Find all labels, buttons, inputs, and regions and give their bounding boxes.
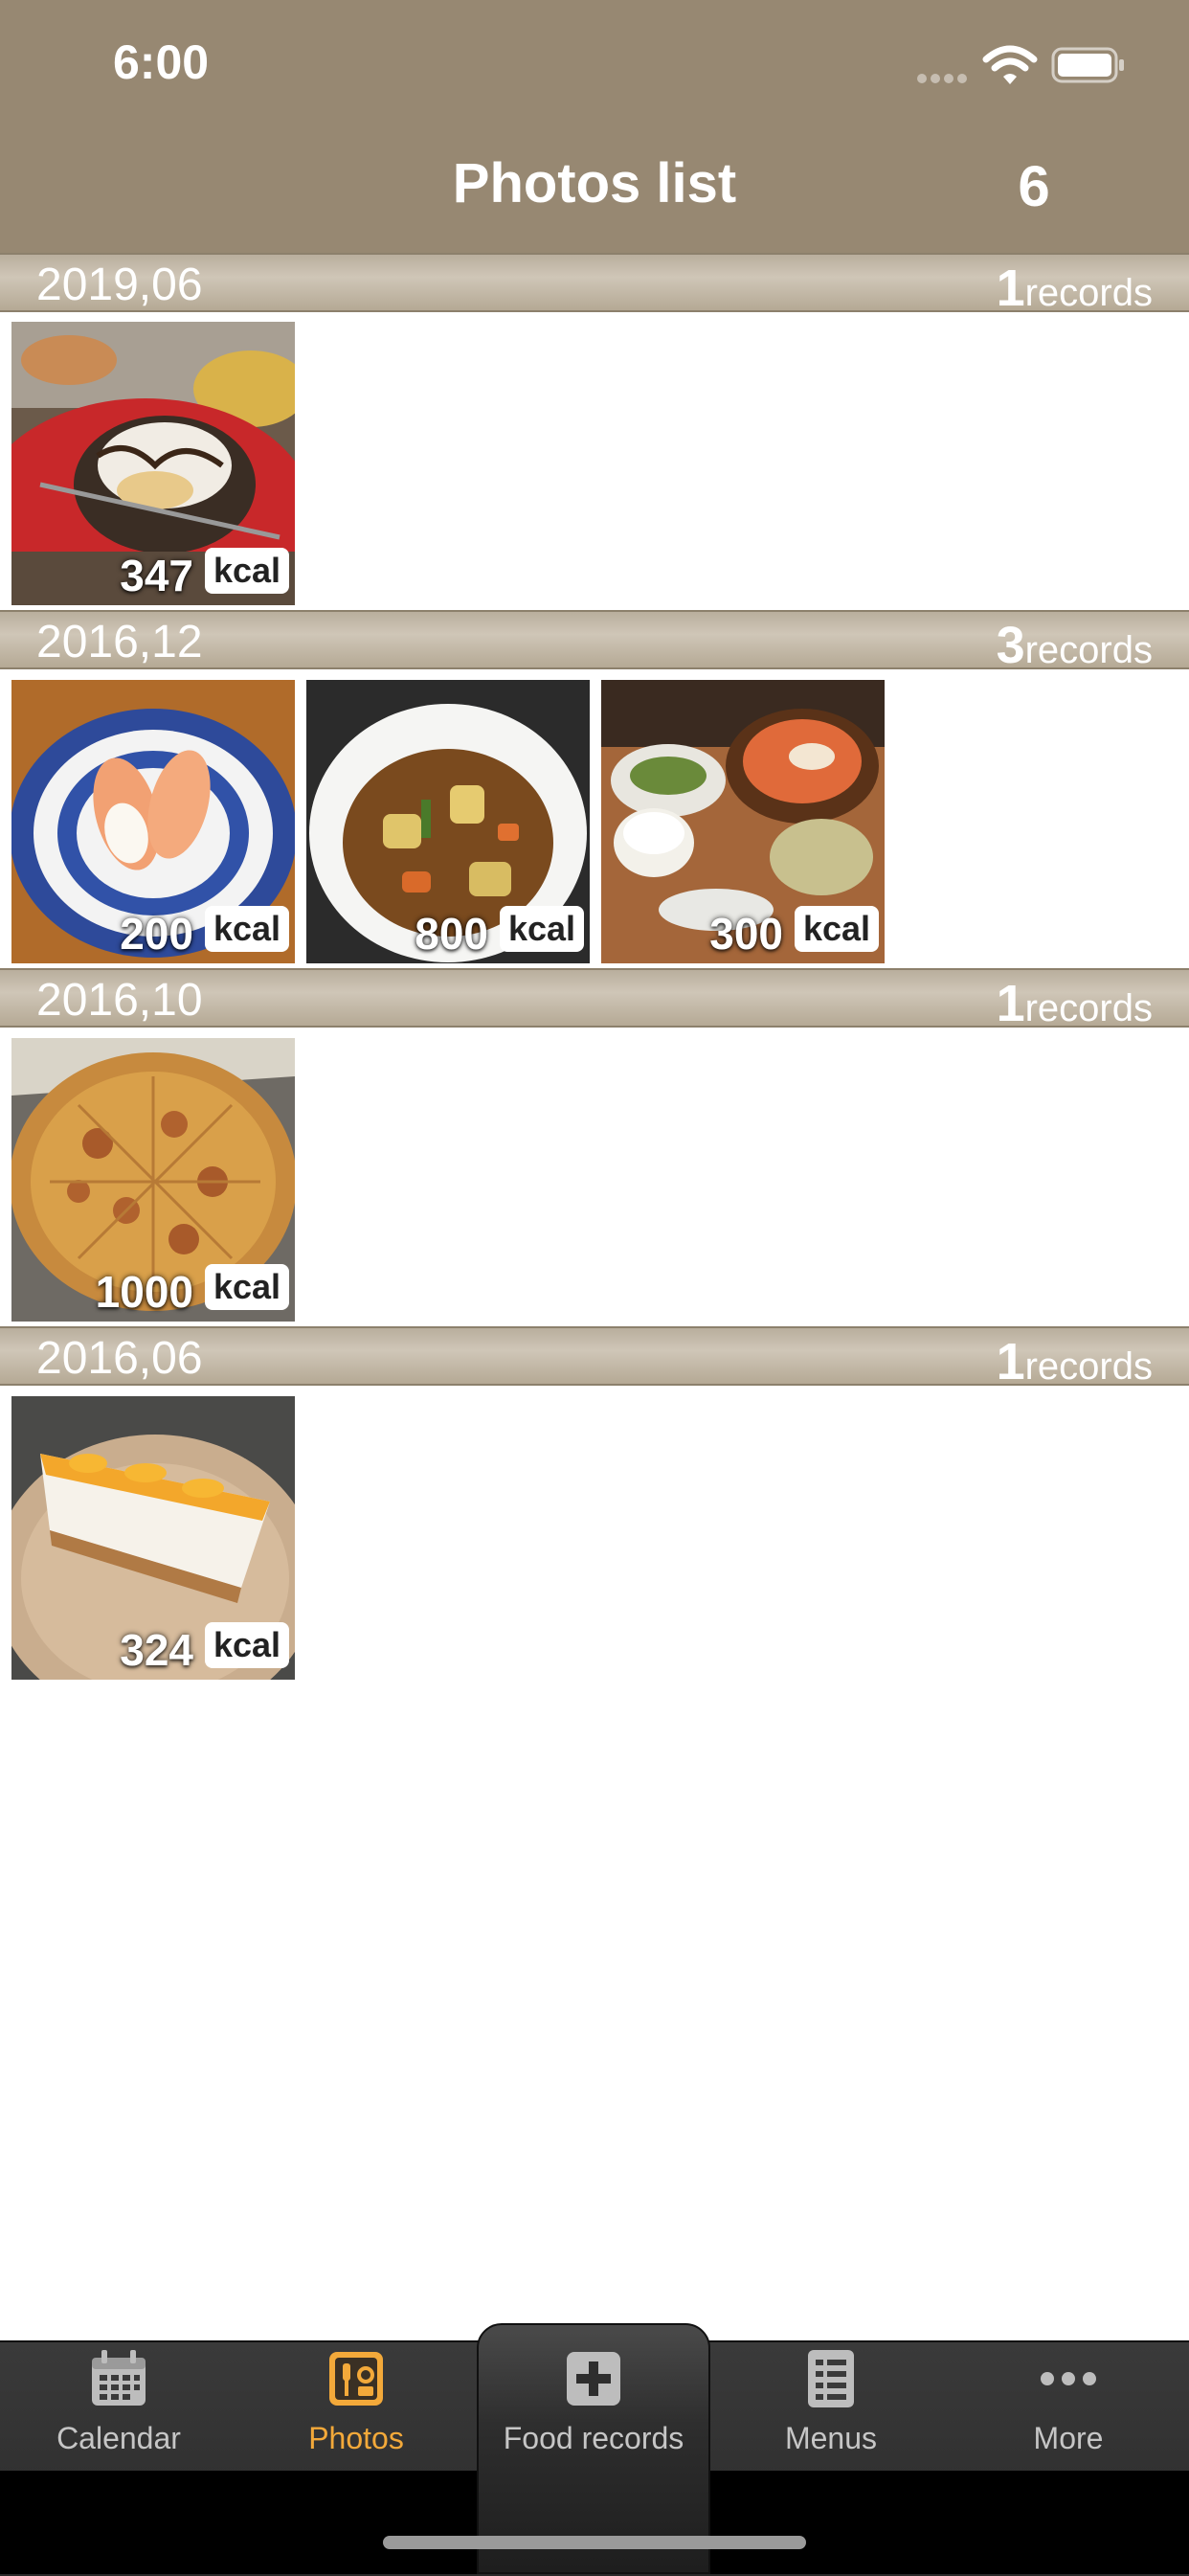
section-header-2016-10: 2016,10 1records — [0, 968, 1189, 1032]
kcal-badge: kcal — [500, 906, 584, 952]
photo-tile[interactable]: 800 kcal — [306, 680, 590, 963]
section-date: 2019,06 — [36, 260, 203, 310]
photos-icon — [329, 2352, 383, 2406]
records-label: records — [1024, 1345, 1153, 1388]
photo-tile[interactable]: 1000 kcal — [11, 1038, 295, 1322]
tab-label: Menus — [784, 2421, 878, 2455]
records-label: records — [1024, 987, 1153, 1029]
home-indicator[interactable] — [383, 2536, 806, 2549]
tab-photos[interactable]: Photos — [237, 2348, 475, 2473]
kcal-value: 1000 — [95, 1267, 193, 1317]
section-header-2019-06: 2019,06 1records — [0, 253, 1189, 317]
records-count: 1 — [996, 975, 1025, 1032]
navigation-bar: 6:00 Photos list 6 — [0, 0, 1189, 253]
photo-count: 6 — [1018, 154, 1050, 218]
tab-label: Photos — [308, 2421, 404, 2455]
section-records: 1records — [997, 259, 1153, 318]
battery-icon — [1051, 47, 1124, 83]
photo-tile[interactable]: 200 kcal — [11, 680, 295, 963]
cellular-signal-icon — [917, 71, 971, 88]
section-header-2016-06: 2016,06 1records — [0, 1326, 1189, 1390]
tab-food-records[interactable]: Food records — [475, 2348, 712, 2473]
kcal-badge: kcal — [795, 906, 879, 952]
kcal-badge: kcal — [205, 548, 289, 594]
records-label: records — [1024, 629, 1153, 671]
menu-list-icon — [808, 2350, 854, 2407]
kcal-value: 300 — [709, 909, 783, 959]
section-records: 1records — [997, 1332, 1153, 1391]
section-date: 2016,10 — [36, 975, 203, 1026]
kcal-value: 800 — [415, 909, 488, 959]
kcal-badge: kcal — [205, 1264, 289, 1310]
records-count: 1 — [996, 260, 1025, 317]
tab-menus[interactable]: Menus — [712, 2348, 950, 2473]
records-label: records — [1024, 272, 1153, 314]
calendar-icon — [92, 2350, 146, 2406]
section-header-2016-12: 2016,12 3records — [0, 610, 1189, 674]
kcal-badge: kcal — [205, 906, 289, 952]
section-date: 2016,06 — [36, 1333, 203, 1384]
tab-label: More — [1033, 2421, 1104, 2455]
kcal-badge: kcal — [205, 1622, 289, 1668]
photo-tile[interactable]: 324 kcal — [11, 1396, 295, 1680]
section-records: 3records — [997, 616, 1153, 675]
plus-icon — [567, 2352, 620, 2406]
records-count: 3 — [996, 617, 1025, 674]
tab-label: Calendar — [56, 2421, 181, 2455]
more-dots-icon — [1041, 2372, 1096, 2385]
status-time: 6:00 — [113, 35, 210, 89]
records-count: 1 — [996, 1333, 1025, 1390]
section-date: 2016,12 — [36, 617, 203, 667]
section-records: 1records — [997, 974, 1153, 1033]
tab-label: Food records — [503, 2421, 684, 2455]
photo-tile[interactable]: 300 kcal — [601, 680, 885, 963]
kcal-value: 200 — [120, 909, 193, 959]
kcal-value: 347 — [120, 551, 193, 600]
tab-more[interactable]: More — [950, 2348, 1187, 2473]
wifi-icon — [982, 45, 1038, 84]
photo-tile[interactable]: 347 kcal — [11, 322, 295, 605]
tab-calendar[interactable]: Calendar — [0, 2348, 237, 2473]
kcal-value: 324 — [120, 1625, 193, 1675]
